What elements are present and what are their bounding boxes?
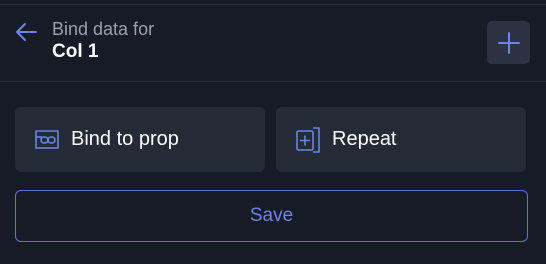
save-button[interactable]: Save xyxy=(15,190,528,242)
save-label: Save xyxy=(249,205,294,226)
link-box-icon xyxy=(34,126,62,154)
header-text: Bind data for Col 1 xyxy=(52,19,154,63)
repeat-label: Repeat xyxy=(332,128,397,150)
arrow-left-icon xyxy=(16,23,37,41)
panel-header: Bind data for Col 1 xyxy=(0,5,546,81)
plus-icon xyxy=(497,31,520,54)
repeat-plus-icon xyxy=(295,126,323,154)
bind-to-prop-button[interactable]: Bind to prop xyxy=(15,107,265,172)
header-subtitle: Bind data for xyxy=(52,19,155,39)
back-button[interactable] xyxy=(12,21,40,43)
repeat-button[interactable]: Repeat xyxy=(276,107,526,172)
bind-to-prop-label: Bind to prop xyxy=(71,128,179,150)
add-button[interactable] xyxy=(487,21,530,64)
header-divider xyxy=(0,81,546,82)
header-title: Col 1 xyxy=(52,41,99,62)
